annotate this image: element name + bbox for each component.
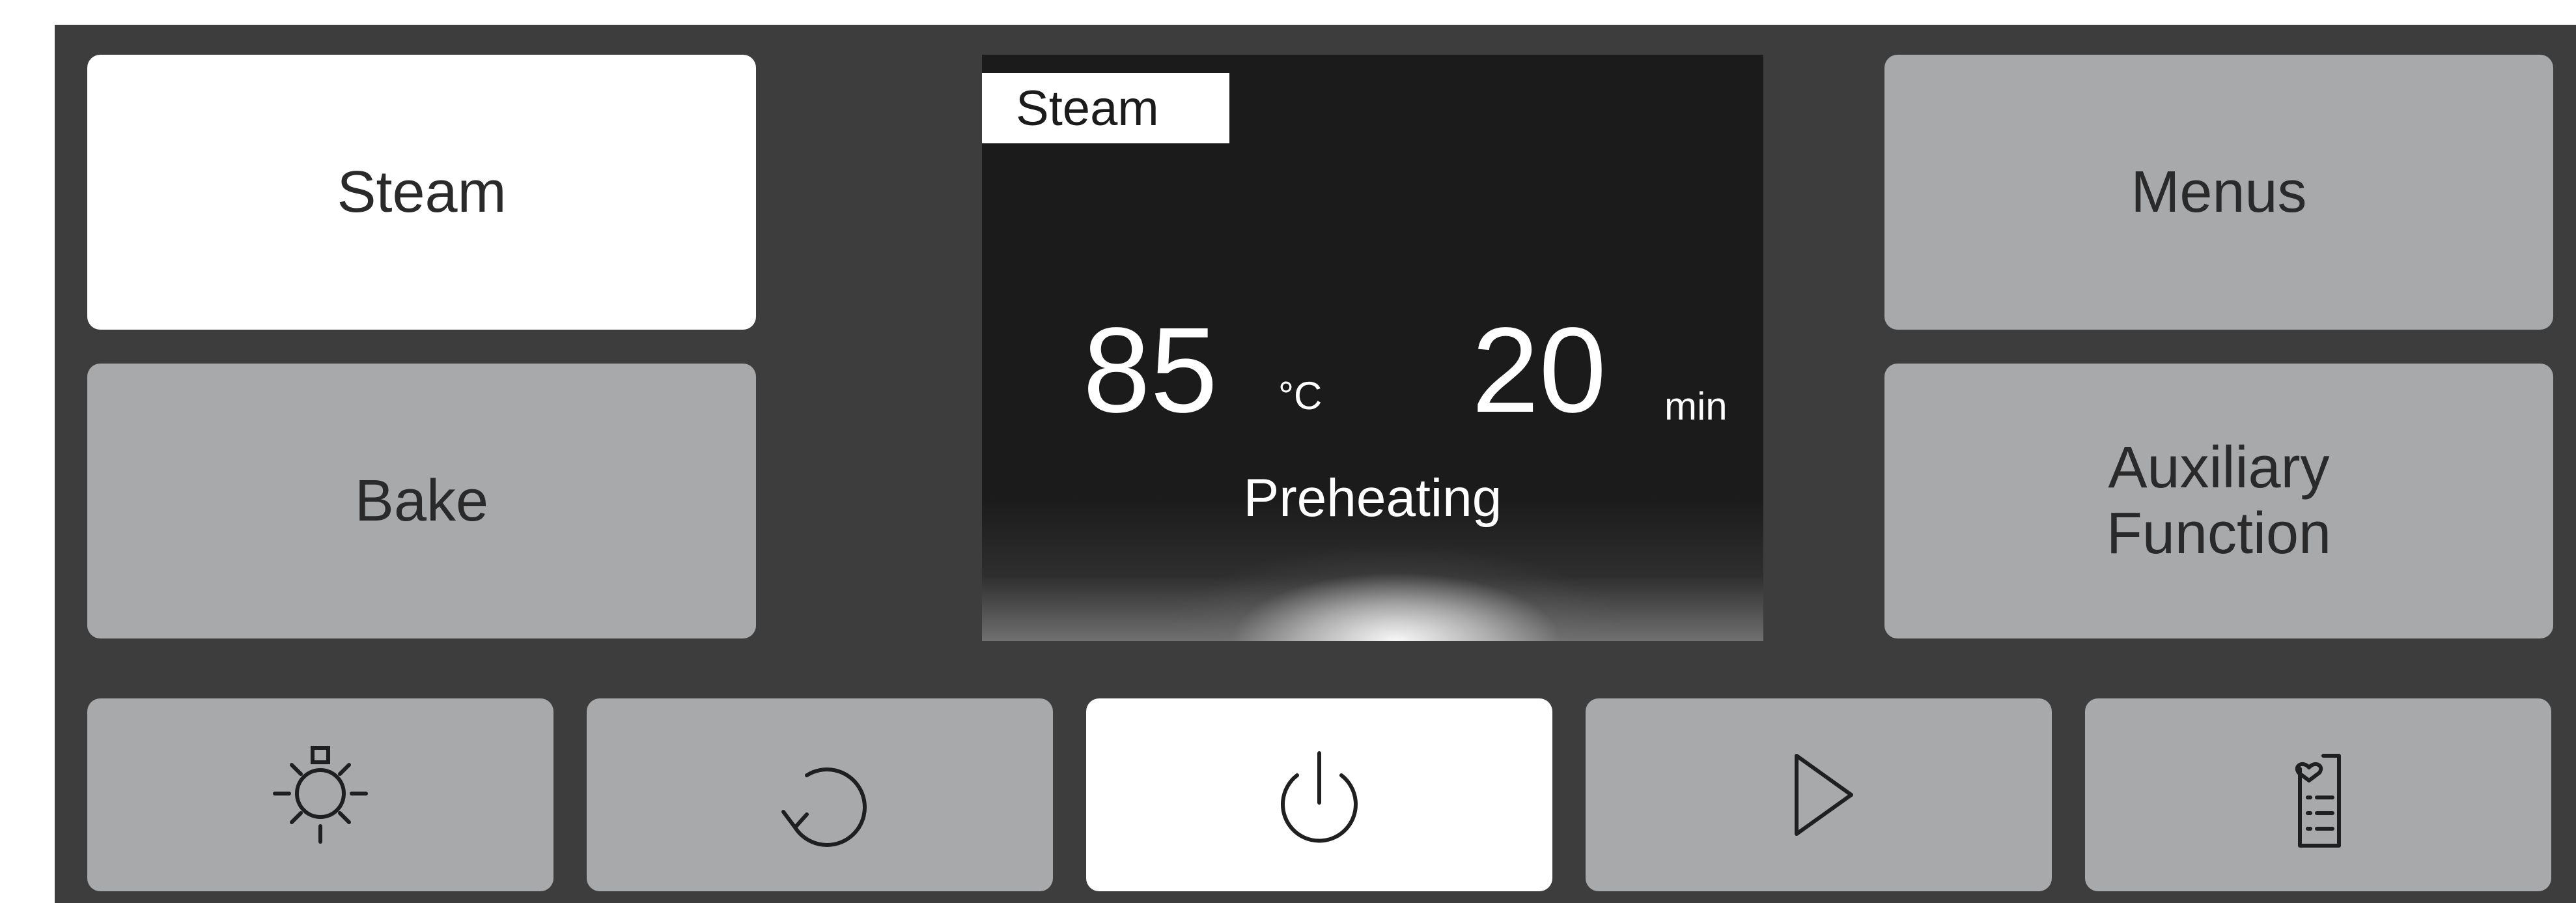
power-button[interactable] <box>1086 698 1552 891</box>
steam-button[interactable]: Steam <box>87 55 756 330</box>
refresh-button[interactable] <box>587 698 1053 891</box>
status-text: Preheating <box>1243 468 1502 528</box>
time-value: 20 <box>1472 303 1606 438</box>
bake-button[interactable]: Bake <box>87 364 756 638</box>
refresh-icon <box>755 730 885 860</box>
current-mode-tag: Steam <box>982 73 1229 143</box>
light-button[interactable] <box>87 698 553 891</box>
power-icon <box>1254 730 1384 860</box>
light-bulb-icon <box>255 730 385 860</box>
temperature-unit: °C <box>1278 374 1323 418</box>
temperature-value: 85 <box>1083 303 1218 438</box>
bake-button-label: Bake <box>354 468 489 534</box>
display-screen: Steam 85 °C 20 min Preheating <box>982 55 1763 641</box>
auxiliary-label-line2: Function <box>2106 501 2332 566</box>
favorites-button[interactable] <box>2085 698 2551 891</box>
play-icon <box>1754 730 1884 860</box>
start-button[interactable] <box>1586 698 2052 891</box>
menus-button[interactable]: Menus <box>1884 55 2553 330</box>
menus-button-label: Menus <box>2131 159 2307 225</box>
auxiliary-function-button[interactable]: Auxiliary Function <box>1884 364 2553 638</box>
auxiliary-label-line1: Auxiliary <box>2108 435 2330 501</box>
time-unit: min <box>1664 384 1728 428</box>
steam-button-label: Steam <box>337 159 507 225</box>
oven-control-panel: Steam Bake Steam 85 °C 20 min Preheating… <box>55 25 2576 903</box>
favorites-list-icon <box>2253 730 2383 860</box>
